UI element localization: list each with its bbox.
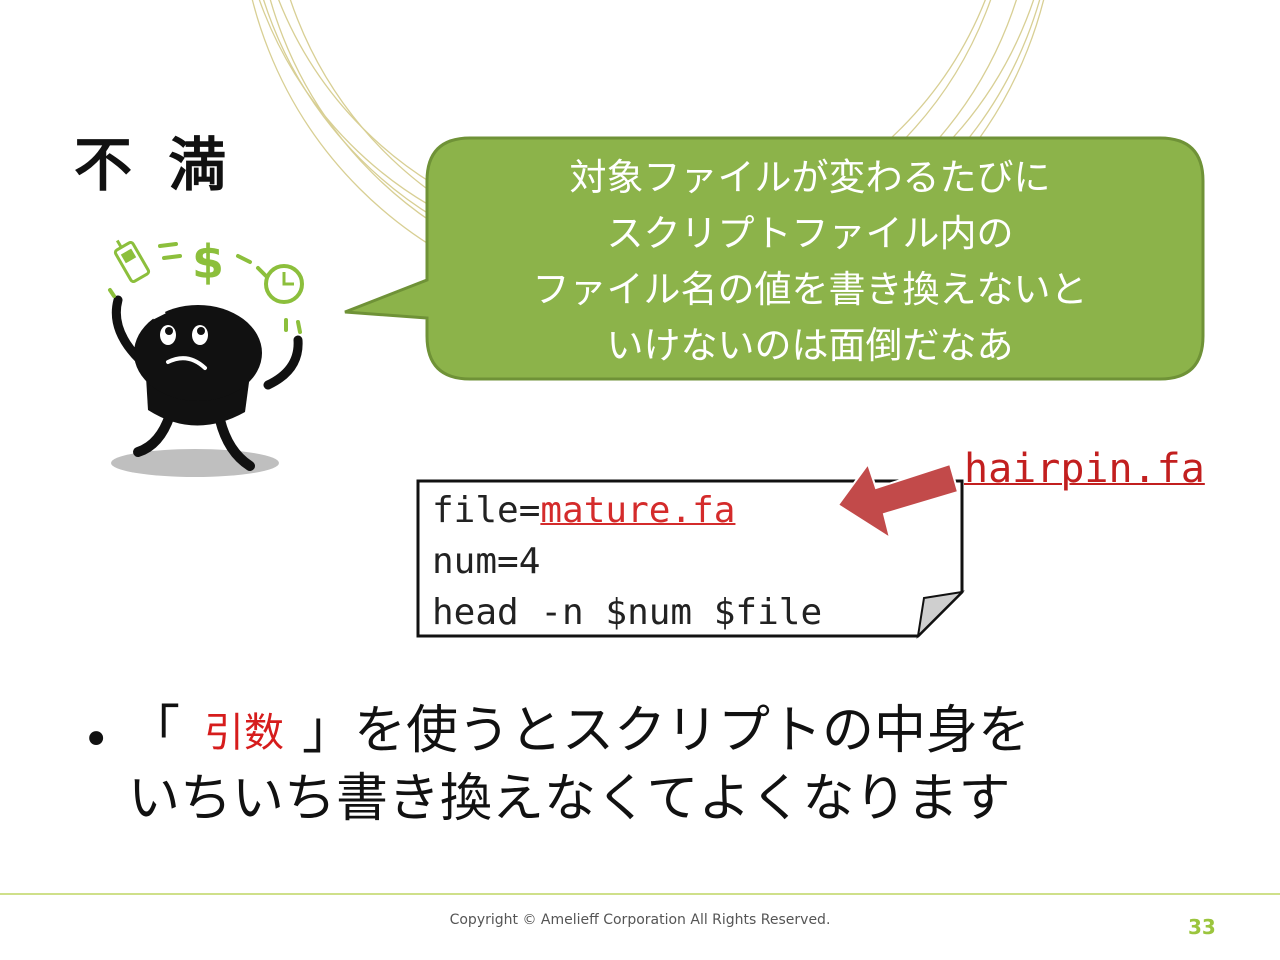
- code-line-num: num=4: [432, 541, 541, 582]
- code-line-head: head -n $num $file: [432, 592, 823, 633]
- copyright-text: Copyright © Amelieff Corporation All Rig…: [449, 912, 831, 928]
- bullet-text: 」を使うとスクリプトの中身を: [302, 701, 1031, 761]
- code-line-file: file=mature.fa: [432, 490, 735, 531]
- speech-bubble-text: 対象ファイルが変わるたびに スクリプトファイル内の ファイル名の値を書き換えない…: [440, 150, 1180, 374]
- replacement-filename: hairpin.fa: [964, 446, 1205, 492]
- phone-icon: [113, 239, 151, 283]
- worried-character-illustration: [111, 295, 303, 477]
- bubble-line: ファイル名の値を書き換えないと: [532, 268, 1088, 311]
- keyword-arguments: 引数: [204, 710, 285, 756]
- bubble-line: 対象ファイルが変わるたびに: [569, 156, 1051, 199]
- dollar-icon: $: [192, 235, 224, 289]
- slide-title: 不 満: [74, 131, 235, 199]
- clock-icon: [264, 264, 304, 304]
- bubble-line: いけないのは面倒だなあ: [606, 324, 1014, 367]
- footer-divider: [0, 893, 1280, 895]
- bullet-line-2: いちいち書き換えなくてよくなります: [128, 769, 1011, 829]
- page-number: 33: [1188, 915, 1216, 939]
- filename-value: mature.fa: [540, 490, 736, 531]
- bracket-open: 「: [128, 701, 181, 761]
- code-assignment: file=: [432, 490, 541, 531]
- bullet-line-1: 「引数 」を使うとスクリプトの中身を: [128, 700, 1030, 764]
- page-fold: [916, 590, 965, 639]
- bullet-marker: •: [82, 712, 111, 768]
- bubble-line: スクリプトファイル内の: [606, 212, 1014, 255]
